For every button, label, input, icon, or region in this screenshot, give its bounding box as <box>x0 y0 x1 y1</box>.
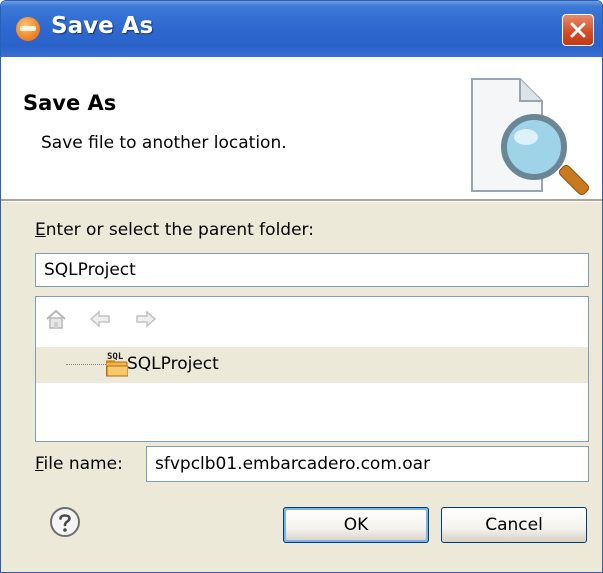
banner-title: Save As <box>23 91 117 115</box>
close-button[interactable] <box>562 14 594 46</box>
back-arrow-icon[interactable] <box>88 307 112 331</box>
parent-folder-label-mnemonic: E <box>35 220 46 240</box>
file-name-input[interactable] <box>146 446 589 482</box>
document-search-icon <box>471 78 590 196</box>
folder-tree[interactable]: SQL SQLProject <box>35 296 589 442</box>
home-icon[interactable] <box>44 307 68 331</box>
tree-item[interactable]: SQL SQLProject <box>36 347 588 383</box>
eclipse-app-icon <box>16 17 40 41</box>
save-as-dialog: Save As Save As Save file to another loc… <box>0 0 603 573</box>
parent-folder-input[interactable] <box>35 253 589 287</box>
tree-connector <box>66 364 106 365</box>
file-name-label-text: ile name: <box>43 454 123 474</box>
ok-button[interactable]: OK <box>283 507 429 543</box>
cancel-button[interactable]: Cancel <box>441 507 587 543</box>
file-name-label: File name: <box>35 454 123 474</box>
forward-arrow-icon[interactable] <box>134 307 158 331</box>
parent-folder-label: Enter or select the parent folder: <box>35 220 314 240</box>
title-bar[interactable]: Save As <box>1 1 602 57</box>
close-icon <box>570 22 586 38</box>
banner-description: Save file to another location. <box>41 133 287 153</box>
file-name-label-mnemonic: F <box>35 454 44 474</box>
header-banner: Save As Save file to another location. <box>1 57 602 199</box>
parent-folder-label-text: nter or select the parent folder: <box>45 220 314 240</box>
window-title: Save As <box>51 13 154 39</box>
dialog-content: Enter or select the parent folder: SQLPr… <box>1 202 602 572</box>
tree-item-label[interactable]: SQLProject <box>124 352 222 376</box>
help-icon[interactable] <box>49 506 81 538</box>
